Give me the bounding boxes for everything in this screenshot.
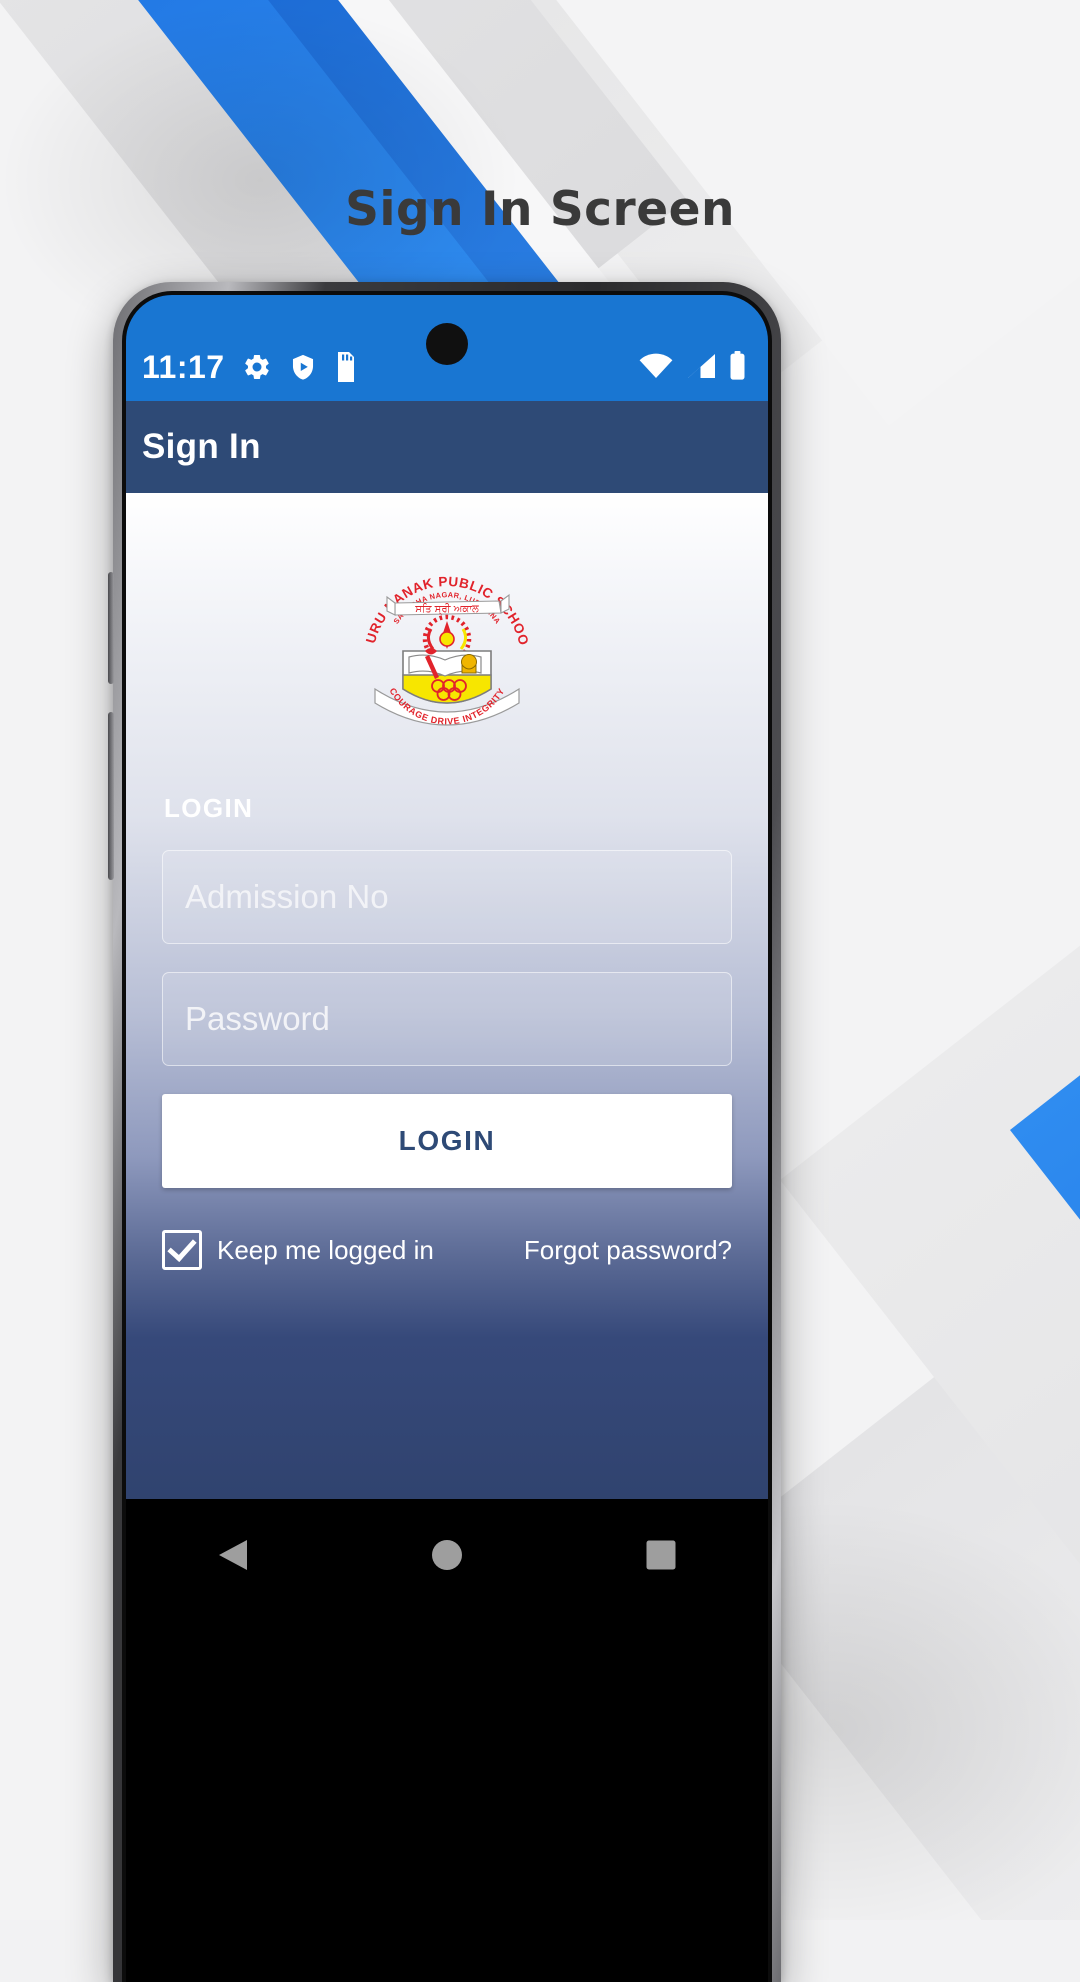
- recents-square-icon[interactable]: [645, 1539, 677, 1571]
- camera-punch-hole: [426, 323, 468, 365]
- app-bar-title: Sign In: [142, 427, 261, 466]
- signal-icon: [688, 354, 715, 378]
- phone-power-button[interactable]: [108, 712, 114, 880]
- shield-play-icon: [292, 354, 313, 380]
- keep-me-logged-in-toggle[interactable]: Keep me logged in: [162, 1230, 434, 1270]
- school-crest-icon: GURU NANAK PUBLIC SCHOOL SARABHA NAGAR, …: [359, 531, 531, 726]
- login-section-label: LOGIN: [164, 793, 254, 823]
- keep-me-logged-in-label: Keep me logged in: [217, 1234, 434, 1265]
- sd-card-icon: [337, 352, 354, 382]
- admission-no-field[interactable]: Admission No: [162, 850, 732, 944]
- login-form: LOGIN Admission No Password LOGIN Keep m…: [126, 793, 768, 1270]
- password-field[interactable]: Password: [162, 972, 732, 1066]
- phone-bezel: 11:17 Sign In URU ANAK PUBLIC S HOO SA H…: [122, 291, 772, 1982]
- checkbox-icon[interactable]: [162, 1230, 202, 1270]
- app-bar: Sign In: [126, 401, 768, 493]
- logo-ribbon-text: ਸਤਿ ਸ੍ਰੀ ਅਕਾਲ: [414, 603, 479, 615]
- admission-no-placeholder: Admission No: [185, 878, 389, 915]
- android-nav-bar: [126, 1499, 768, 1611]
- wifi-icon: [639, 353, 673, 378]
- password-placeholder: Password: [185, 1000, 330, 1037]
- login-options-row: Keep me logged in Forgot password?: [162, 1230, 732, 1270]
- home-circle-icon[interactable]: [430, 1538, 464, 1572]
- page-title: Sign In Screen: [345, 182, 735, 237]
- status-bar-right: [639, 351, 768, 401]
- forgot-password-link[interactable]: Forgot password?: [524, 1235, 732, 1266]
- login-button[interactable]: LOGIN: [162, 1094, 732, 1188]
- school-logo: GURU NANAK PUBLIC SCHOOL SARABHA NAGAR, …: [359, 531, 535, 727]
- back-triangle-icon[interactable]: [217, 1538, 249, 1572]
- sign-in-body: GURU NANAK PUBLIC SCHOOL SARABHA NAGAR, …: [126, 493, 768, 1499]
- phone-screen: 11:17 Sign In URU ANAK PUBLIC S HOO SA H…: [126, 295, 768, 1982]
- status-bar-clock: 11:17: [142, 349, 225, 385]
- status-bar-left: 11:17: [126, 351, 358, 401]
- gear-icon: [244, 354, 269, 380]
- phone-volume-button[interactable]: [108, 572, 114, 684]
- battery-icon: [730, 351, 745, 380]
- status-bar: 11:17: [126, 295, 768, 401]
- phone-mockup: 11:17 Sign In URU ANAK PUBLIC S HOO SA H…: [108, 282, 781, 1982]
- login-button-label: LOGIN: [398, 1125, 496, 1156]
